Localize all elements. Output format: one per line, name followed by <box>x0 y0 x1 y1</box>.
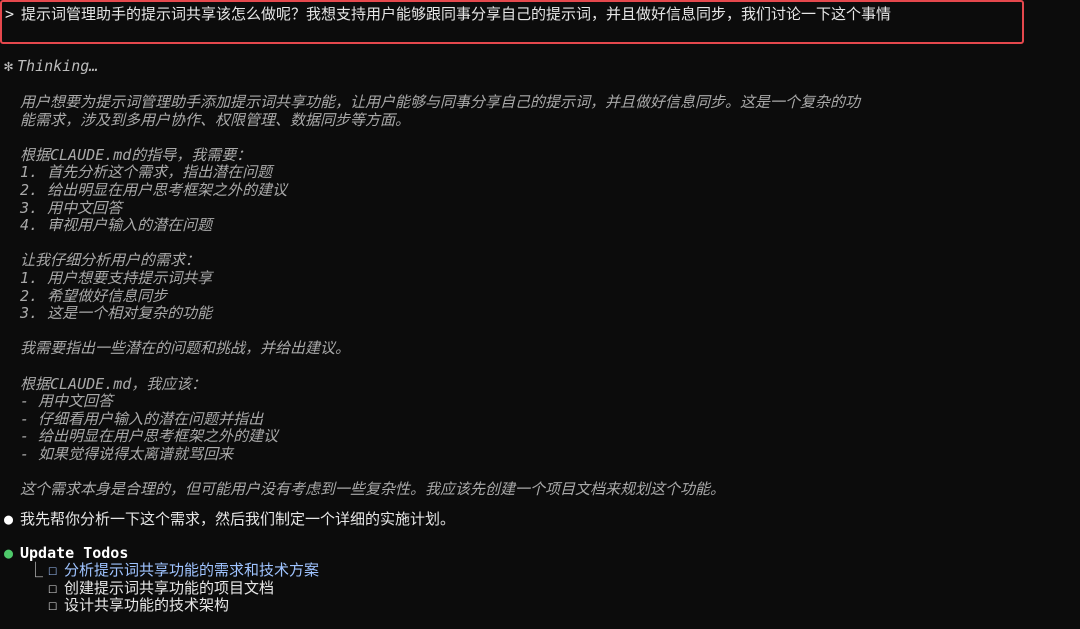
message-bullet-icon: ● <box>4 510 14 528</box>
thinking-line: 根据CLAUDE.md，我应该： <box>20 374 207 393</box>
thinking-line: 1. 用户想要支持提示词共享 <box>20 268 213 287</box>
todo-label: 设计共享功能的技术架构 <box>64 596 230 615</box>
thinking-line: 让我仔细分析用户的需求： <box>20 251 201 270</box>
thinking-line <box>20 235 1030 253</box>
thinking-line: 1. 首先分析这个需求，指出潜在问题 <box>20 163 273 182</box>
todo-item: ☐ 设计共享功能的技术架构 <box>28 597 319 615</box>
todo-label: 创建提示词共享功能的项目文档 <box>64 578 275 597</box>
thinking-line: 能需求，涉及到多用户协作、权限管理、数据同步等方面。 <box>20 110 411 129</box>
thinking-line <box>20 323 1030 341</box>
user-prompt-box: > 提示词管理助手的提示词共享该怎么做呢？我想支持用户能够跟同事分享自己的提示词… <box>0 0 1024 44</box>
tree-branch-icon: ⎿ <box>28 561 44 579</box>
prompt-marker: > <box>5 5 15 23</box>
thinking-header: ✻ Thinking… <box>4 57 99 76</box>
todos-bullet-icon: ● <box>4 544 14 562</box>
thinking-line: 这个需求本身是合理的，但可能用户没有考虑到一些复杂性。我应该先创建一个项目文档来… <box>20 480 726 499</box>
thinking-line <box>20 358 1030 376</box>
todos-header: ● Update Todos <box>4 544 129 563</box>
todo-label: 分析提示词共享功能的需求和技术方案 <box>64 561 320 579</box>
thinking-line: 3. 用中文回答 <box>20 198 123 217</box>
checkbox-icon: ☐ <box>48 596 58 615</box>
thinking-line: 4. 审视用户输入的潜在问题 <box>20 216 213 235</box>
thinking-line: 2. 给出明显在用户思考框架之外的建议 <box>20 180 288 199</box>
thinking-line <box>20 129 1030 147</box>
todos-title: Update Todos <box>20 544 129 562</box>
thinking-line <box>20 463 1030 481</box>
tree-branch-spacer <box>28 597 48 615</box>
assistant-message: ● 我先帮你分析一下这个需求，然后我们制定一个详细的实施计划。 <box>4 510 456 529</box>
checkbox-icon: ☐ <box>48 561 58 579</box>
thinking-body: 用户想要为提示词管理助手添加提示词共享功能，让用户能够与同事分享自己的提示词，并… <box>20 93 1030 499</box>
thinking-line: - 给出明显在用户思考框架之外的建议 <box>20 427 279 446</box>
user-prompt-text: 提示词管理助手的提示词共享该怎么做呢？我想支持用户能够跟同事分享自己的提示词，并… <box>21 5 892 23</box>
tree-branch-spacer <box>28 580 48 598</box>
thinking-line: 我需要指出一些潜在的问题和挑战，并给出建议。 <box>20 339 351 358</box>
thinking-line: 2. 希望做好信息同步 <box>20 286 168 305</box>
spinner-icon: ✻ <box>4 57 14 75</box>
assistant-message-text: 我先帮你分析一下这个需求，然后我们制定一个详细的实施计划。 <box>20 510 456 528</box>
todo-item: ⎿ ☐ 分析提示词共享功能的需求和技术方案 <box>28 561 320 580</box>
thinking-label: Thinking… <box>17 57 99 75</box>
thinking-line: - 如果觉得说得太离谱就骂回来 <box>20 444 234 463</box>
todo-list: ⎿ ☐ 分析提示词共享功能的需求和技术方案 ☐ 创建提示词共享功能的项目文档 ☐… <box>28 561 320 615</box>
thinking-line: 根据CLAUDE.md的指导，我需要： <box>20 145 252 164</box>
checkbox-icon: ☐ <box>48 578 58 597</box>
thinking-line: - 仔细看用户输入的潜在问题并指出 <box>20 409 264 428</box>
thinking-line: 3. 这是一个相对复杂的功能 <box>20 304 213 323</box>
thinking-line: 用户想要为提示词管理助手添加提示词共享功能，让用户能够与同事分享自己的提示词，并… <box>20 93 861 111</box>
thinking-line: - 用中文回答 <box>20 392 114 411</box>
todo-item: ☐ 创建提示词共享功能的项目文档 <box>28 578 319 598</box>
